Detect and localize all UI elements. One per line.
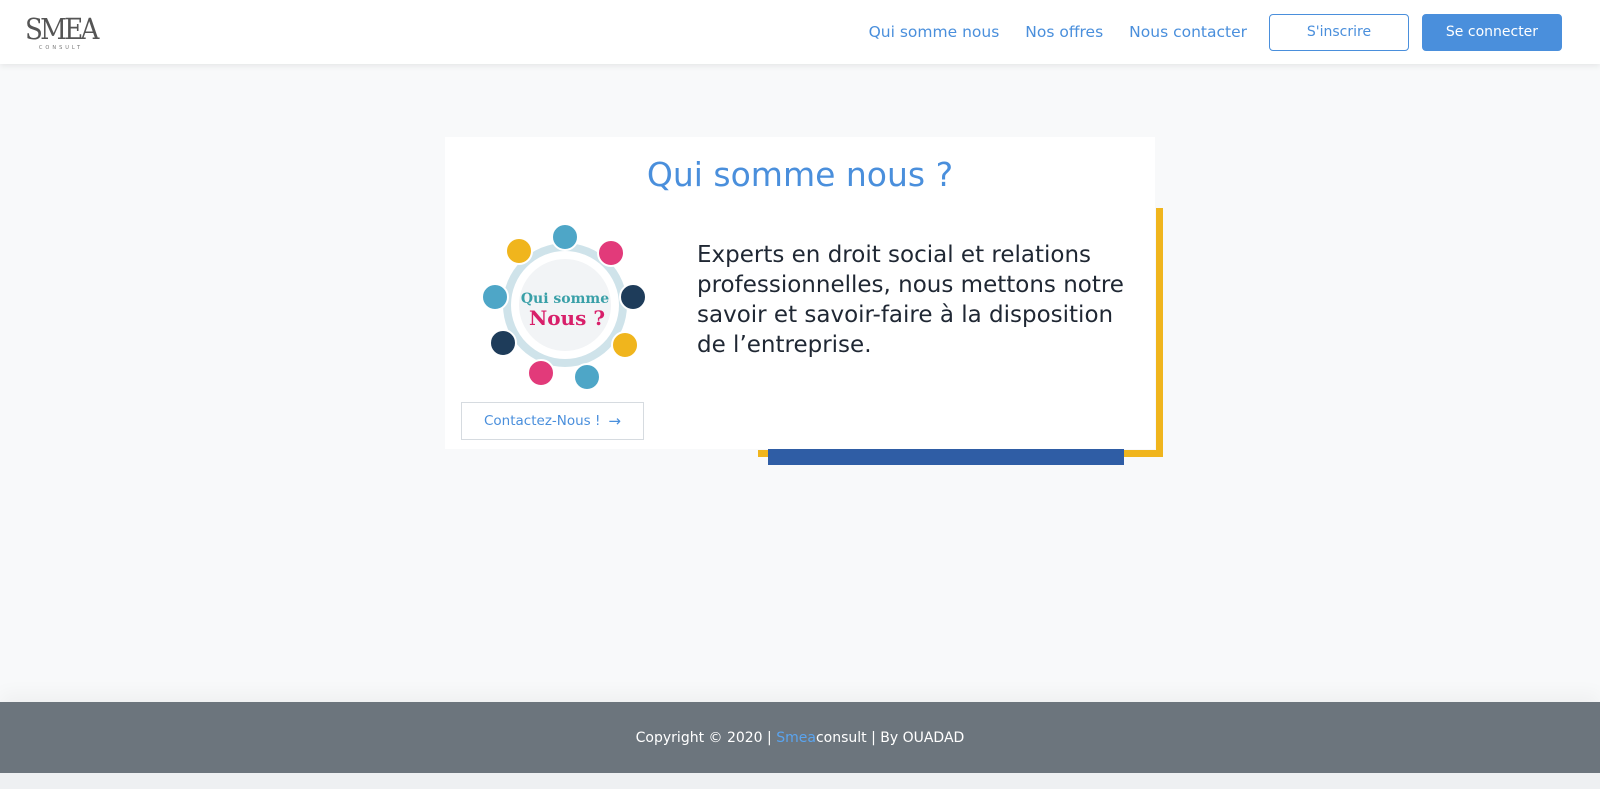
nav-link-qui-somme-nous[interactable]: Qui somme nous xyxy=(869,23,1000,41)
navbar: SMEA CONSULT Qui somme nous Nos offres N… xyxy=(0,0,1600,64)
logo[interactable]: SMEA CONSULT xyxy=(25,14,99,51)
login-button[interactable]: Se connecter xyxy=(1422,13,1562,51)
footer: Copyright © 2020 | Smeaconsult | By OUAD… xyxy=(0,702,1600,773)
logo-mark: SMEA xyxy=(25,11,99,46)
footer-brand-suffix: consult xyxy=(815,729,867,746)
footer-brand[interactable]: Smea xyxy=(776,730,816,746)
page-title: Qui somme nous ? xyxy=(646,155,954,194)
contact-us-label: Contactez-Nous ! xyxy=(483,413,601,429)
bottom-strip xyxy=(0,773,1600,789)
team-circle-illustration: Qui somme Nous ? xyxy=(481,223,647,391)
footer-copyright: Copyright © 2020 | Smeaconsult | By OUAD… xyxy=(636,730,965,746)
footer-prefix: Copyright © 2020 | xyxy=(635,729,777,746)
about-card: Qui somme nous ? Qui somme Nous ? Contac… xyxy=(445,137,1155,449)
footer-suffix: | By OUADAD xyxy=(866,729,965,746)
contact-us-button[interactable]: Contactez-Nous ! → xyxy=(461,402,644,440)
about-description: Experts en droit social et relations pro… xyxy=(697,242,1124,358)
nav-link-nos-offres[interactable]: Nos offres xyxy=(1025,23,1103,41)
illustration-line1: Qui somme xyxy=(521,291,609,307)
illustration-line2: Nous ? xyxy=(529,306,605,330)
nav-link-nous-contacter[interactable]: Nous contacter xyxy=(1129,23,1247,41)
signup-button[interactable]: S'inscrire xyxy=(1269,13,1409,51)
arrow-right-icon: → xyxy=(608,411,621,430)
nav-menu: Qui somme nous Nos offres Nous contacter… xyxy=(869,13,1562,51)
